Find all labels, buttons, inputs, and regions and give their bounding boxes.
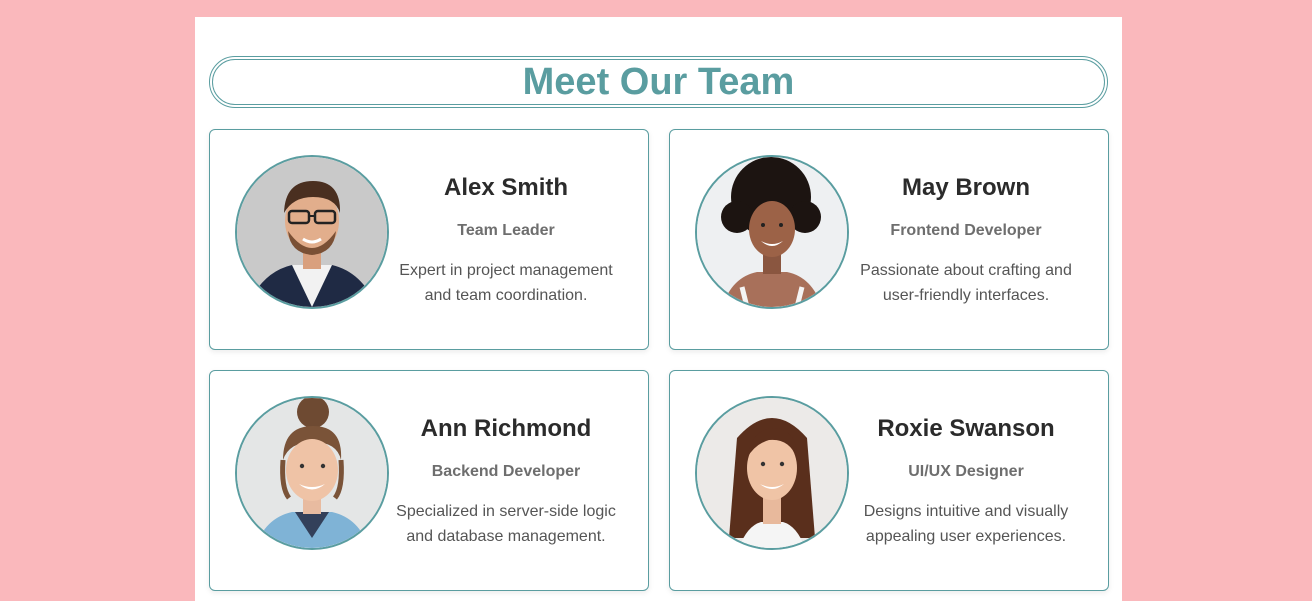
team-card: Roxie Swanson UI/UX Designer Designs int…: [669, 370, 1109, 591]
member-name: Ann Richmond: [420, 415, 592, 442]
member-description: Expert in project management and team co…: [399, 262, 613, 304]
member-name: May Brown: [901, 174, 1030, 201]
woman-portrait-icon: [237, 398, 387, 548]
member-role: Backend Developer: [431, 463, 581, 480]
woman-portrait-icon: [697, 157, 847, 307]
man-portrait-icon: [237, 157, 387, 307]
avatar: [695, 155, 849, 309]
member-info: Alex Smith Team Leader Expert in project…: [390, 130, 622, 351]
member-description: Passionate about crafting and user-frien…: [860, 262, 1072, 304]
page-container: Meet Our Team Alex Smith Team Leader Exp…: [195, 17, 1122, 601]
team-card: May Brown Frontend Developer Passionate …: [669, 129, 1109, 350]
member-description: Specialized in server-side logic and dat…: [396, 503, 616, 545]
member-name: Alex Smith: [443, 174, 569, 201]
member-role: UI/UX Designer: [908, 463, 1024, 480]
avatar: [235, 155, 389, 309]
team-card: Ann Richmond Backend Developer Specializ…: [209, 370, 649, 591]
member-description: Designs intuitive and visually appealing…: [863, 503, 1069, 545]
member-role: Frontend Developer: [890, 222, 1042, 239]
page-title: Meet Our Team: [522, 61, 795, 103]
member-info: Ann Richmond Backend Developer Specializ…: [390, 371, 622, 592]
avatar: [695, 396, 849, 550]
team-card: Alex Smith Team Leader Expert in project…: [209, 129, 649, 350]
avatar: [235, 396, 389, 550]
member-role: Team Leader: [457, 222, 555, 239]
member-name: Roxie Swanson: [877, 415, 1055, 442]
woman-portrait-icon: [697, 398, 847, 548]
title-banner: Meet Our Team: [209, 56, 1108, 108]
member-info: May Brown Frontend Developer Passionate …: [850, 130, 1082, 351]
member-info: Roxie Swanson UI/UX Designer Designs int…: [850, 371, 1082, 592]
